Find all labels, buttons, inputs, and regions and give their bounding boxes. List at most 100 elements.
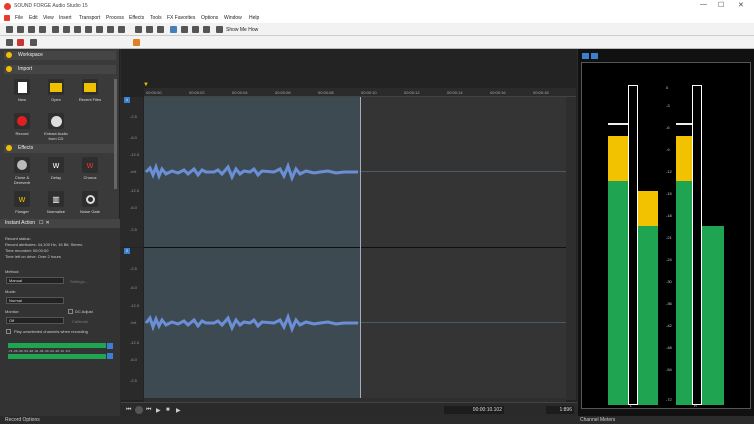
folder-icon xyxy=(48,79,64,95)
workspace-section[interactable]: Workspace xyxy=(4,51,116,60)
flanger-tile[interactable]: ᴡ Flanger xyxy=(8,189,36,219)
menu-effects[interactable]: Effects xyxy=(129,15,144,21)
open-tile[interactable]: Open xyxy=(42,77,70,107)
loop-icon[interactable] xyxy=(30,39,37,46)
menu-transport[interactable]: Transport xyxy=(79,15,100,21)
go-to-start-icon[interactable]: ⏮ xyxy=(126,407,131,414)
mix-icon[interactable] xyxy=(96,26,103,33)
trim-icon[interactable] xyxy=(107,26,114,33)
maximize-button[interactable]: ☐ xyxy=(718,1,724,9)
noise-gate-icon xyxy=(82,191,98,207)
play-all-icon[interactable]: ▶ xyxy=(176,407,181,414)
snap-icon[interactable] xyxy=(133,39,140,46)
record-icon[interactable] xyxy=(135,406,143,414)
magnify-tool-icon[interactable] xyxy=(181,26,188,33)
menu-file[interactable]: File xyxy=(15,15,23,21)
show-me-how-button[interactable]: Show Me How xyxy=(226,27,258,33)
instant-action-header: Instant Action ☐ ✕ xyxy=(0,219,120,228)
clone-dereverb-tile[interactable]: Clone & Dereverb xyxy=(8,155,36,185)
stop-icon[interactable]: ■ xyxy=(166,407,170,413)
menu-process[interactable]: Process xyxy=(106,15,124,21)
tab-channel-meters[interactable]: Channel Meters xyxy=(580,417,615,423)
cursor-line[interactable] xyxy=(360,97,361,400)
meter-reset-right-button[interactable] xyxy=(107,353,113,359)
recent-files-tile[interactable]: Recent Files xyxy=(76,77,104,107)
paste-icon[interactable] xyxy=(85,26,92,33)
method-select[interactable]: Manual xyxy=(6,277,64,284)
render-icon[interactable] xyxy=(52,26,59,33)
mode-select[interactable]: Normal xyxy=(6,297,64,304)
pencil-tool-icon[interactable] xyxy=(192,26,199,33)
menu-edit[interactable]: Edit xyxy=(29,15,38,21)
play-icon[interactable]: ▶ xyxy=(156,407,161,414)
app-icon xyxy=(4,15,10,21)
effects-section[interactable]: Effects xyxy=(4,144,116,153)
meter-scale-label: -30 xyxy=(666,279,672,284)
dc-adjust-checkbox[interactable] xyxy=(68,309,73,314)
close-panel-icon[interactable]: ✕ xyxy=(46,220,50,226)
save-as-icon[interactable] xyxy=(39,26,46,33)
normalize-tile[interactable]: ▥ Normalize xyxy=(42,189,70,219)
repeat-icon[interactable] xyxy=(157,26,164,33)
meter-right-inner-green xyxy=(702,226,724,405)
new-file-icon[interactable] xyxy=(6,26,13,33)
hub-scrollbar[interactable] xyxy=(114,79,117,189)
menu-window[interactable]: Window xyxy=(224,15,242,21)
record-label: Record xyxy=(15,131,29,136)
pin-icon[interactable]: ☐ xyxy=(39,220,43,226)
crop-icon[interactable] xyxy=(118,26,125,33)
record-icon[interactable] xyxy=(17,39,24,46)
new-tile[interactable]: New xyxy=(8,77,36,107)
scale-label: -2.5 xyxy=(130,114,137,119)
menu-help[interactable]: Help xyxy=(249,15,259,21)
meter-scale-label: -9 xyxy=(666,147,670,152)
menu-insert[interactable]: Insert xyxy=(59,15,72,21)
flanger-icon: ᴡ xyxy=(14,191,30,207)
record-device-icon[interactable] xyxy=(6,39,13,46)
redo-icon[interactable] xyxy=(146,26,153,33)
meter-reset-left-button[interactable] xyxy=(107,343,113,349)
marker-flag-icon[interactable]: ▼ xyxy=(143,82,149,88)
minimize-button[interactable]: — xyxy=(700,1,707,8)
dc-adjust-label: DC Adjust xyxy=(75,309,93,314)
meter-option-button[interactable] xyxy=(582,53,589,59)
menu-fx-favorites[interactable]: FX Favorites xyxy=(167,15,195,21)
event-tool-icon[interactable] xyxy=(203,26,210,33)
copy-icon[interactable] xyxy=(74,26,81,33)
open-icon[interactable] xyxy=(17,26,24,33)
edit-tool-icon[interactable] xyxy=(170,26,177,33)
record-meter-left xyxy=(8,343,106,348)
vertical-zoom-bar[interactable] xyxy=(566,97,576,400)
record-meter-scale: -72 -66 -60 -54 -48 -42 -36 -30 -24 -18 … xyxy=(8,349,71,353)
play-unselected-checkbox[interactable] xyxy=(6,329,11,334)
undo-icon[interactable] xyxy=(135,26,142,33)
help-icon[interactable] xyxy=(216,26,223,33)
noise-gate-tile[interactable]: Noise Gate xyxy=(76,189,104,219)
record-tile[interactable]: Record xyxy=(8,111,36,141)
menu-view[interactable]: View xyxy=(43,15,54,21)
title-bar: SOUND FORGE Audio Studio 15 — ☐ ✕ xyxy=(0,0,754,13)
import-section[interactable]: Import xyxy=(4,65,116,74)
tab-record-options[interactable]: Record Options xyxy=(5,417,40,423)
calibrate-button[interactable]: Calibrate xyxy=(72,319,88,324)
close-button[interactable]: ✕ xyxy=(738,1,744,9)
settings-button[interactable]: Settings... xyxy=(70,279,88,284)
menu-tools[interactable]: Tools xyxy=(150,15,162,21)
channel-2-button[interactable]: 2 xyxy=(124,248,130,254)
time-recorded: Time recorded: 00:00:00 xyxy=(5,248,49,253)
cut-icon[interactable] xyxy=(63,26,70,33)
save-icon[interactable] xyxy=(28,26,35,33)
menu-options[interactable]: Options xyxy=(201,15,218,21)
rewind-icon[interactable]: ⏮ xyxy=(146,407,151,414)
recent-files-label: Recent Files xyxy=(78,97,102,102)
scale-label: -6.0 xyxy=(130,135,137,140)
channel-1-button[interactable]: 1 xyxy=(124,97,130,103)
noise-gate-label: Noise Gate xyxy=(79,209,100,214)
extract-cd-tile[interactable]: Extract Audio from CD xyxy=(42,111,70,141)
chorus-tile[interactable]: ᴡ Chorus xyxy=(76,155,104,185)
channel-meter: 0 -3 -6 -9 -12 -15 -18 -21 -24 -30 -36 -… xyxy=(581,62,751,409)
delay-tile[interactable]: ᴡ Delay xyxy=(42,155,70,185)
meter-option-button[interactable] xyxy=(591,53,598,59)
monitor-select[interactable]: Off xyxy=(6,317,64,324)
time-ruler[interactable]: 00:00:00 00:00:02 00:00:04 00:00:06 00:0… xyxy=(144,88,576,97)
